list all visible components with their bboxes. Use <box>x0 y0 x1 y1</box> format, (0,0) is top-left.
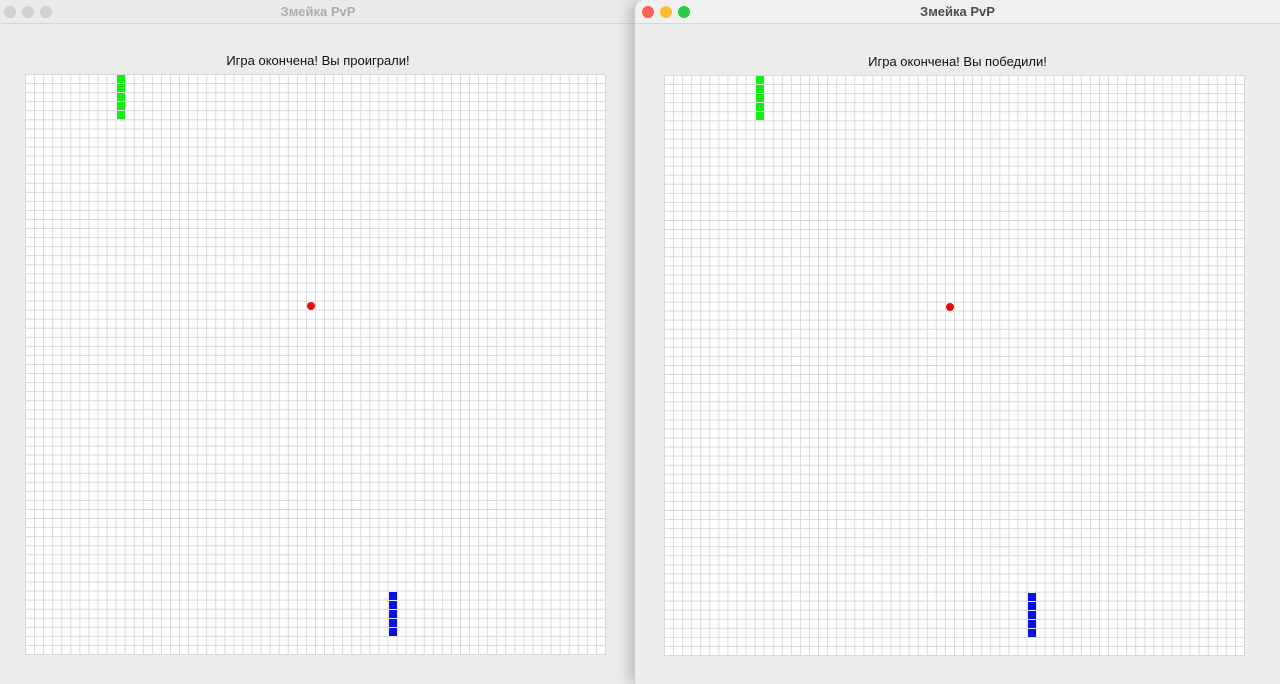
green-snake-segment <box>116 102 125 111</box>
blue-snake-segment <box>1027 601 1036 610</box>
green-snake-segment <box>755 112 764 121</box>
left-titlebar[interactable]: Змейка PvP <box>0 0 636 24</box>
right-game-board[interactable] <box>664 75 1245 656</box>
right-game-status: Игра окончена! Вы победили! <box>868 54 1047 69</box>
left-game-status: Игра окончена! Вы проиграли! <box>226 53 410 68</box>
food-apple <box>306 301 315 310</box>
green-snake-segment <box>755 76 764 84</box>
green-snake-segment <box>755 94 764 103</box>
food-apple <box>945 302 954 311</box>
blue-snake-segment <box>388 591 397 600</box>
blue-snake-segment <box>1027 628 1036 637</box>
left-game-board[interactable] <box>25 74 606 655</box>
right-game-window: Змейка PvP Игра окончена! Вы победили! <box>634 0 1280 684</box>
right-titlebar[interactable]: Змейка PvP <box>635 0 1280 24</box>
blue-snake-segment <box>1027 592 1036 601</box>
green-snake-segment <box>755 103 764 112</box>
green-snake-segment <box>116 93 125 102</box>
green-snake-segment <box>116 111 125 120</box>
green-snake-segment <box>116 75 125 83</box>
blue-snake-segment <box>1027 610 1036 619</box>
right-window-title: Змейка PvP <box>920 4 995 19</box>
blue-snake-segment <box>388 609 397 618</box>
blue-snake-segment <box>388 600 397 609</box>
blue-snake-segment <box>388 627 397 636</box>
blue-snake-segment <box>1027 619 1036 628</box>
left-game-window: Змейка PvP Игра окончена! Вы проиграли! <box>0 0 636 684</box>
green-snake-segment <box>116 84 125 93</box>
left-window-title: Змейка PvP <box>280 4 356 19</box>
green-snake-segment <box>755 85 764 94</box>
blue-snake-segment <box>388 618 397 627</box>
